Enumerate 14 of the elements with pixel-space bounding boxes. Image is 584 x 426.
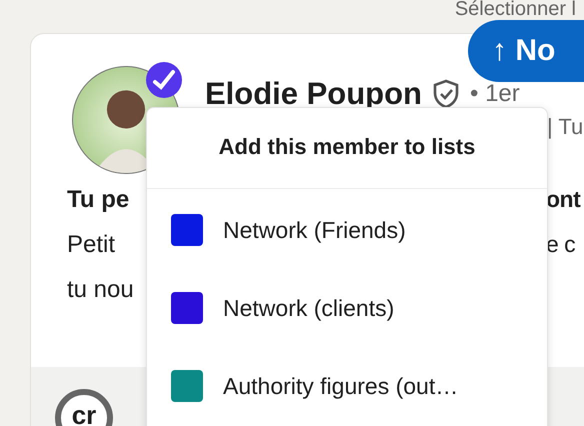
post-text: Petit <box>67 230 116 258</box>
connection-degree: • 1er <box>470 80 520 108</box>
header-text: Sélectionner l <box>454 0 576 18</box>
post-text: ont <box>546 186 580 213</box>
commenter-avatar: cr <box>55 389 113 426</box>
post-text: tu nou <box>67 276 134 304</box>
list-item[interactable]: Network (clients) <box>147 269 547 347</box>
author-headline: | Tu <box>547 114 584 139</box>
checkmark-badge-icon <box>146 62 182 98</box>
list-item[interactable]: Authority figures (out… <box>147 347 547 425</box>
popup-title: Add this member to lists <box>147 108 547 189</box>
post-text: Tu pe <box>67 186 130 214</box>
new-posts-button[interactable]: ↑ No <box>468 20 584 82</box>
list-item[interactable]: Network (Friends) <box>147 191 547 269</box>
